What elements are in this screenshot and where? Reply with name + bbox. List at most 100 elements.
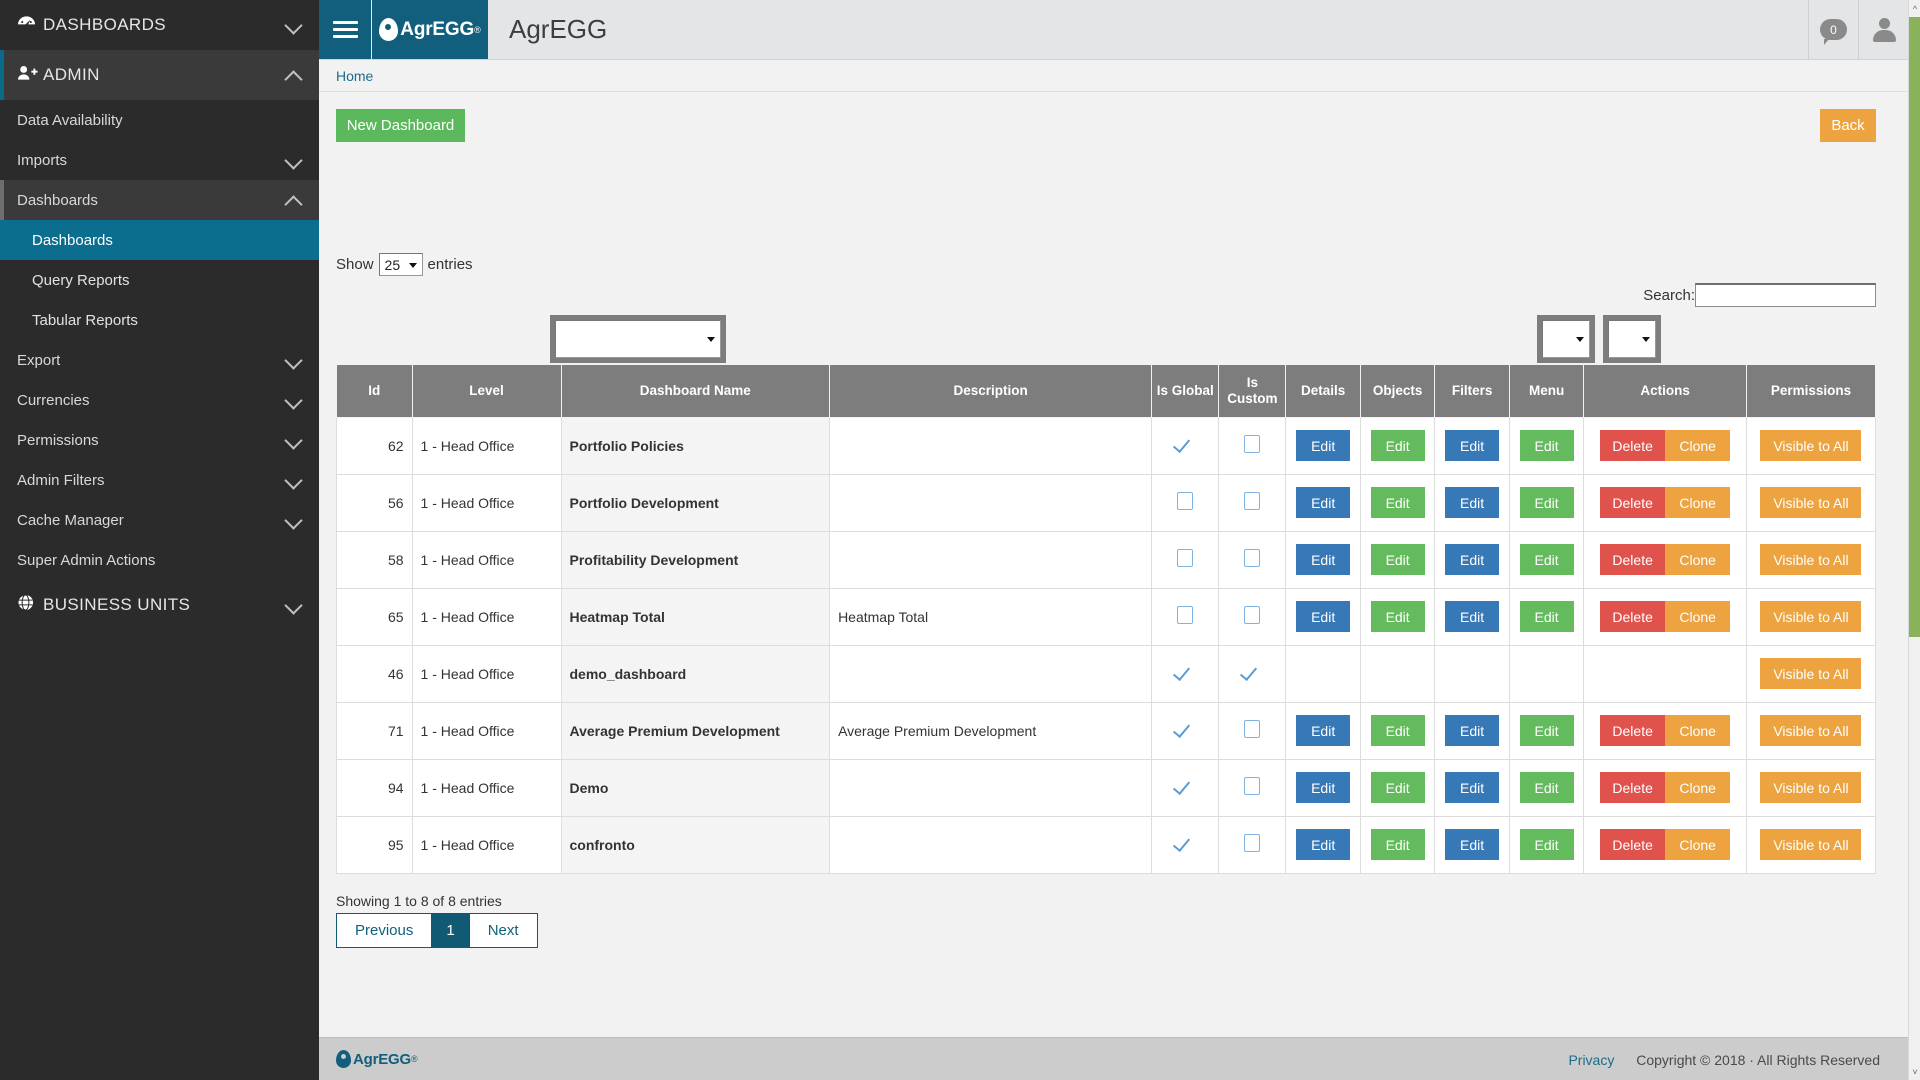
checkbox-icon[interactable]	[1177, 549, 1194, 567]
cell-permissions[interactable]: Visible to All	[1745, 701, 1877, 760]
cell-is-custom[interactable]	[1218, 815, 1287, 874]
cell-menu-button[interactable]: Edit	[1519, 772, 1574, 803]
cell-filters-button[interactable]: Edit	[1445, 601, 1500, 632]
chevron-up-icon[interactable]	[285, 66, 303, 84]
col-menu[interactable]: Menu	[1508, 365, 1585, 418]
col-objects[interactable]: Objects	[1359, 365, 1436, 418]
pagination-previous[interactable]: Previous	[337, 914, 433, 947]
cell-filters[interactable]: Edit	[1434, 473, 1510, 532]
cell-filters-button[interactable]: Edit	[1445, 715, 1500, 746]
cell-details-button[interactable]: Edit	[1296, 544, 1351, 575]
check-icon[interactable]	[1176, 782, 1194, 793]
cell-is-global[interactable]	[1151, 530, 1220, 589]
sidebar-item-admin-filters[interactable]: Admin Filters	[0, 460, 319, 500]
cell-menu[interactable]: Edit	[1508, 473, 1585, 532]
col-level[interactable]: Level	[411, 365, 562, 418]
cell-menu[interactable]: Edit	[1508, 416, 1585, 475]
cell-details-button[interactable]: Edit	[1296, 430, 1351, 461]
cell-objects-button[interactable]: Edit	[1370, 487, 1425, 518]
cell-actions[interactable]: Delete Clone	[1583, 701, 1747, 760]
cell-permissions-button[interactable]: Visible to All	[1760, 544, 1862, 575]
cell-filters[interactable]: Edit	[1434, 815, 1510, 874]
cell-filters-button[interactable]: Edit	[1445, 430, 1500, 461]
filter-is-custom[interactable]	[1603, 315, 1661, 363]
cell-objects[interactable]: Edit	[1359, 530, 1436, 589]
clone-button[interactable]: Clone	[1665, 772, 1731, 803]
cell-is-custom[interactable]	[1218, 587, 1287, 646]
cell-permissions-button[interactable]: Visible to All	[1760, 601, 1862, 632]
cell-objects-button[interactable]: Edit	[1370, 829, 1425, 860]
cell-objects-button[interactable]: Edit	[1370, 430, 1425, 461]
sidebar-item-super-admin-actions[interactable]: Super Admin Actions	[0, 540, 319, 580]
cell-filters[interactable]: Edit	[1434, 416, 1510, 475]
cell-details[interactable]: Edit	[1285, 530, 1361, 589]
sidebar-item-imports[interactable]: Imports	[0, 140, 319, 180]
cell-details[interactable]: Edit	[1285, 587, 1361, 646]
cell-permissions-button[interactable]: Visible to All	[1760, 772, 1862, 803]
checkbox-icon[interactable]	[1244, 492, 1261, 510]
filter-is-global-select-wrap[interactable]	[1542, 320, 1590, 358]
cell-is-custom[interactable]	[1218, 758, 1287, 817]
cell-objects[interactable]: Edit	[1359, 416, 1436, 475]
chevron-down-icon[interactable]	[285, 16, 303, 34]
pagination-page-1[interactable]: 1	[432, 914, 470, 947]
cell-actions[interactable]: Delete Clone	[1583, 416, 1747, 475]
filter-is-custom-select-wrap[interactable]	[1608, 320, 1656, 358]
check-icon[interactable]	[1176, 668, 1194, 679]
cell-menu[interactable]: Edit	[1508, 758, 1585, 817]
cell-menu[interactable]: Edit	[1508, 701, 1585, 760]
sidebar-subitem-tabular-reports[interactable]: Tabular Reports	[0, 300, 319, 340]
cell-actions[interactable]: Delete Clone	[1583, 815, 1747, 874]
sidebar-item-export[interactable]: Export	[0, 340, 319, 380]
cell-permissions[interactable]: Visible to All	[1745, 473, 1877, 532]
cell-is-custom[interactable]	[1218, 473, 1287, 532]
cell-actions[interactable]: Delete Clone	[1583, 758, 1747, 817]
cell-objects-button[interactable]: Edit	[1370, 601, 1425, 632]
checkbox-icon[interactable]	[1244, 720, 1261, 738]
brand-logo[interactable]: AgrEGG ®	[372, 0, 488, 59]
chevron-down-icon[interactable]	[285, 431, 303, 449]
cell-menu-button[interactable]: Edit	[1519, 601, 1574, 632]
cell-permissions[interactable]: Visible to All	[1745, 416, 1877, 475]
checkbox-icon[interactable]	[1244, 606, 1261, 624]
check-icon[interactable]	[1176, 725, 1194, 736]
cell-filters-button[interactable]: Edit	[1445, 487, 1500, 518]
back-button[interactable]: Back	[1820, 109, 1876, 142]
col-description[interactable]: Description	[829, 365, 1153, 418]
filter-is-global[interactable]	[1537, 315, 1595, 363]
cell-is-global[interactable]	[1151, 815, 1220, 874]
clone-button[interactable]: Clone	[1665, 829, 1731, 860]
chevron-down-icon[interactable]	[285, 596, 303, 614]
delete-button[interactable]: Delete	[1600, 601, 1666, 632]
cell-details[interactable]: Edit	[1285, 701, 1361, 760]
scroll-down-icon[interactable]: ˅	[1909, 1063, 1920, 1080]
cell-permissions[interactable]: Visible to All	[1745, 530, 1877, 589]
cell-permissions-button[interactable]: Visible to All	[1760, 715, 1862, 746]
checkbox-icon[interactable]	[1244, 834, 1261, 852]
cell-menu-button[interactable]: Edit	[1519, 487, 1574, 518]
sidebar-item-currencies[interactable]: Currencies	[0, 380, 319, 420]
cell-details-button[interactable]: Edit	[1296, 772, 1351, 803]
clone-button[interactable]: Clone	[1665, 715, 1731, 746]
clone-button[interactable]: Clone	[1665, 430, 1731, 461]
clone-button[interactable]: Clone	[1665, 601, 1731, 632]
col-actions[interactable]: Actions	[1583, 365, 1747, 418]
new-dashboard-button[interactable]: New Dashboard	[336, 109, 465, 142]
col-id[interactable]: Id	[336, 365, 413, 418]
breadcrumb-home[interactable]: Home	[336, 68, 373, 84]
cell-objects[interactable]: Edit	[1359, 815, 1436, 874]
checkbox-icon[interactable]	[1177, 492, 1194, 510]
page-length-select-wrap[interactable]: 102550100	[378, 253, 423, 276]
cell-filters-button[interactable]: Edit	[1445, 544, 1500, 575]
cell-filters[interactable]: Edit	[1434, 530, 1510, 589]
cell-filters[interactable]: Edit	[1434, 701, 1510, 760]
cell-permissions-button[interactable]: Visible to All	[1760, 829, 1862, 860]
cell-permissions-button[interactable]: Visible to All	[1760, 430, 1862, 461]
page-length-select[interactable]: 102550100	[378, 253, 423, 276]
delete-button[interactable]: Delete	[1600, 715, 1666, 746]
cell-actions[interactable]: Delete Clone	[1583, 473, 1747, 532]
cell-menu[interactable]: Edit	[1508, 815, 1585, 874]
cell-menu[interactable]: Edit	[1508, 530, 1585, 589]
filter-level-select[interactable]	[555, 320, 721, 358]
chevron-up-icon[interactable]	[285, 191, 303, 209]
